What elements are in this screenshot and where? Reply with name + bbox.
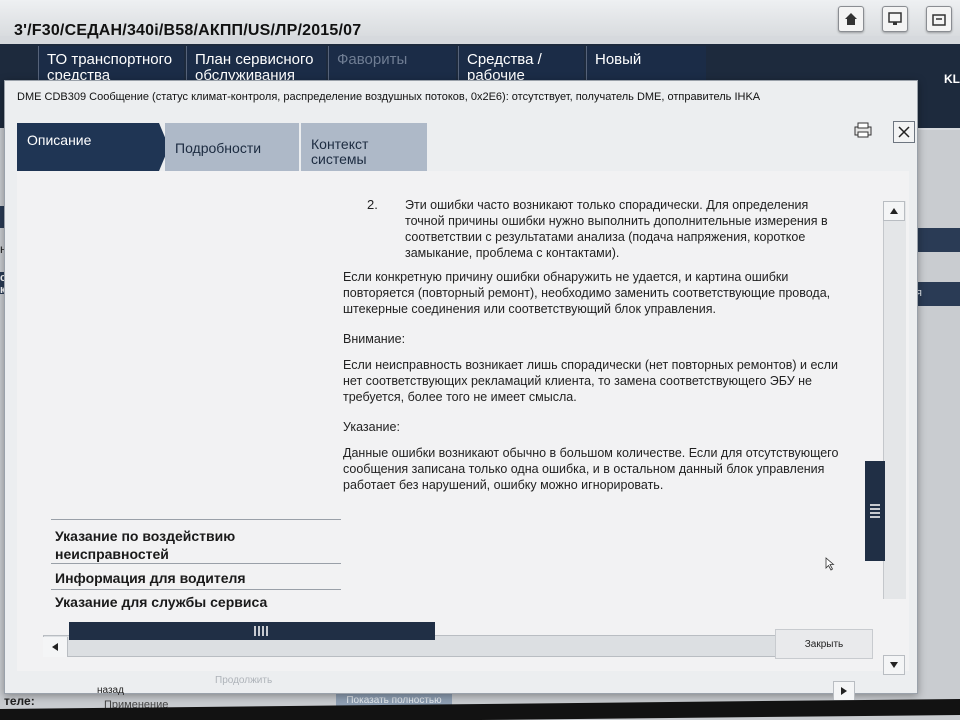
paragraph-3: Данные ошибки возникают обычно в большом… [343, 446, 839, 492]
screen: 3'/F30/СЕДАН/340i/B58/АКПП/US/ЛР/2015/07… [0, 0, 960, 720]
mouse-cursor-icon [825, 557, 835, 576]
message-dialog: DME CDB309 Сообщение (статус климат-конт… [4, 80, 918, 701]
left-separator [51, 563, 341, 564]
left-separator [51, 589, 341, 590]
back-button[interactable]: назад [97, 685, 124, 696]
tab-details[interactable]: Подробности [165, 123, 299, 171]
list-text: Эти ошибки часто возникают только спорад… [405, 198, 828, 260]
scroll-left-arrow-icon[interactable] [43, 637, 68, 657]
paragraph-1: Если конкретную причину ошибки обнаружит… [343, 270, 831, 316]
vertical-scrollbar[interactable] [883, 201, 906, 599]
tab-description[interactable]: Описание [17, 123, 159, 171]
left-panel: Указание по воздействию неисправностей И… [17, 171, 341, 611]
vertical-scroll-thumb[interactable] [865, 461, 885, 561]
vehicle-path: 3'/F30/СЕДАН/340i/B58/АКПП/US/ЛР/2015/07 [14, 22, 362, 39]
dialog-content: Указание по воздействию неисправностей И… [17, 171, 909, 701]
next-button[interactable]: Продолжить [215, 675, 272, 686]
dialog-title: DME CDB309 Сообщение (статус климат-конт… [17, 91, 761, 103]
exit-icon[interactable] [926, 6, 952, 32]
scroll-right-arrow-icon[interactable] [833, 681, 855, 701]
horizontal-scroll-thumb[interactable] [69, 622, 435, 640]
scroll-up-arrow-icon[interactable] [883, 201, 905, 221]
nav-tab-new[interactable]: Новый [586, 46, 706, 80]
left-item-service-note[interactable]: Указание для службы сервиса [55, 593, 335, 611]
left-item-driver-info[interactable]: Информация для водителя [55, 569, 335, 587]
nav-right-label: KL [944, 72, 960, 86]
list-number: 2. [367, 197, 378, 212]
scroll-down-arrow-icon[interactable] [883, 655, 905, 675]
left-item-fault-effect[interactable]: Указание по воздействию неисправностей [55, 527, 335, 563]
nav-tab-service-plan[interactable]: План сервисного обслуживания [186, 46, 326, 80]
tab-system-context[interactable]: Контекст системы [301, 123, 427, 171]
heading-warning: Внимание: [343, 332, 406, 346]
bg-right-strip [916, 130, 960, 690]
nav-tab-vehicle-service[interactable]: ТО транспортного средства [38, 46, 184, 80]
close-icon[interactable] [893, 121, 915, 143]
nav-tab-fluids[interactable]: Средства / рабочие жидкости [458, 46, 584, 80]
nav-tab-favorites[interactable]: Фавориты [328, 46, 456, 80]
bg-right-fragment: я [916, 282, 960, 306]
print-icon[interactable] [853, 121, 873, 139]
bg-right-dark-1 [916, 228, 960, 252]
paragraph-2: Если неисправность возникает лишь спорад… [343, 358, 838, 404]
home-icon[interactable] [838, 6, 864, 32]
diagnosis-icon[interactable] [882, 6, 908, 32]
left-separator [51, 519, 341, 520]
close-button[interactable]: Закрыть [775, 629, 873, 659]
heading-note: Указание: [343, 420, 400, 434]
bottom-label: теле: [4, 694, 35, 708]
